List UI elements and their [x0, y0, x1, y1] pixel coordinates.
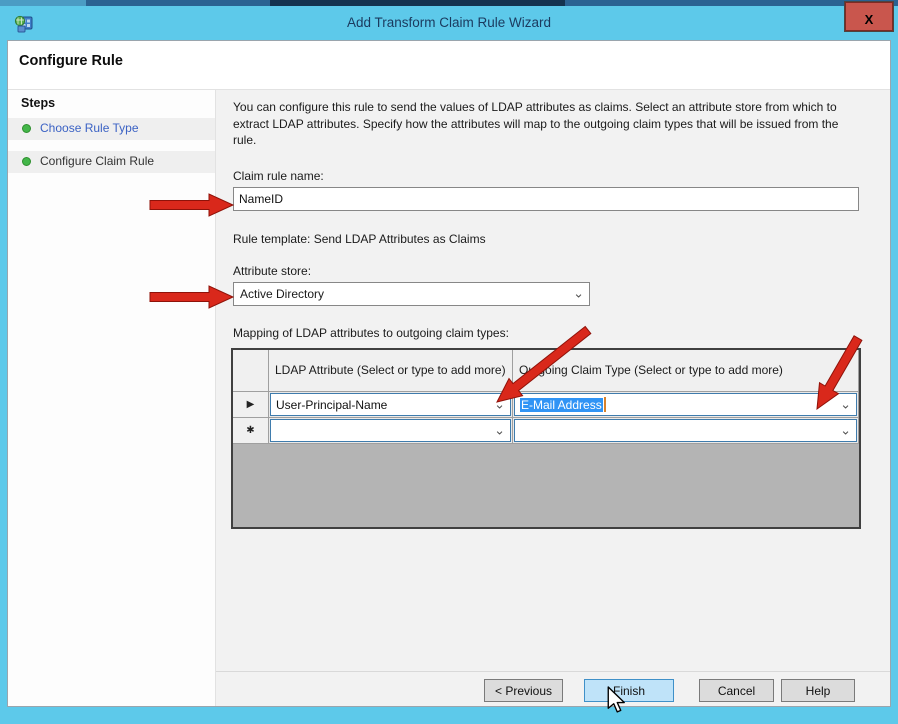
mapping-label: Mapping of LDAP attributes to outgoing c… [233, 326, 509, 340]
ldap-attribute-select-row1[interactable]: User-Principal-Name ⌄ [270, 393, 511, 416]
text-caret [604, 397, 606, 412]
ldap-attribute-select-row2[interactable]: ⌄ [270, 419, 511, 442]
column-header-outgoing-claim-type: Outgoing Claim Type (Select or type to a… [513, 350, 859, 392]
sidebar-item-configure-claim-rule[interactable]: Configure Claim Rule [8, 151, 215, 173]
rule-description-text: You can configure this rule to send the … [233, 99, 863, 149]
attribute-store-value: Active Directory [240, 287, 324, 301]
table-cell: E-Mail Address ⌄ [513, 392, 859, 418]
outgoing-claim-type-select-row1[interactable]: E-Mail Address ⌄ [514, 393, 857, 416]
page-title: Configure Rule [19, 53, 123, 69]
cancel-button[interactable]: Cancel [699, 679, 774, 702]
outgoing-claim-type-select-row2[interactable]: ⌄ [514, 419, 857, 442]
divider [216, 671, 890, 672]
chevron-down-icon: ⌄ [494, 423, 505, 436]
step-label: Configure Claim Rule [40, 154, 154, 168]
table-corner-cell [233, 350, 269, 392]
table-empty-area [233, 444, 859, 527]
close-button[interactable]: X [845, 2, 893, 31]
steps-heading: Steps [21, 96, 55, 110]
wizard-window: Add Transform Claim Rule Wizard X Config… [0, 0, 898, 724]
outgoing-claim-type-value: E-Mail Address [520, 398, 603, 412]
chevron-down-icon: ⌄ [573, 286, 584, 299]
row-selector-new[interactable]: ✱ [233, 418, 269, 444]
sidebar-item-choose-rule-type[interactable]: Choose Rule Type [8, 118, 215, 140]
previous-button[interactable]: < Previous [484, 679, 563, 702]
chevron-down-icon: ⌄ [840, 423, 851, 436]
dialog-body: Configure Rule Steps Choose Rule Type Co… [7, 40, 891, 707]
attribute-store-label: Attribute store: [233, 264, 311, 278]
titlebar[interactable]: Add Transform Claim Rule Wizard X [0, 6, 898, 40]
step-label: Choose Rule Type [40, 121, 139, 135]
main-panel: You can configure this rule to send the … [216, 90, 890, 706]
finish-button[interactable]: Finish [584, 679, 674, 702]
table-cell: User-Principal-Name ⌄ [269, 392, 513, 418]
table-cell: ⌄ [513, 418, 859, 444]
chevron-down-icon: ⌄ [494, 397, 505, 410]
claim-rule-name-label: Claim rule name: [233, 169, 324, 183]
chevron-down-icon: ⌄ [840, 397, 851, 410]
ldap-attribute-value: User-Principal-Name [276, 398, 387, 412]
step-completed-icon [22, 157, 31, 166]
table-cell: ⌄ [269, 418, 513, 444]
steps-sidebar: Steps Choose Rule Type Configure Claim R… [8, 90, 215, 706]
rule-template-text: Rule template: Send LDAP Attributes as C… [233, 232, 486, 246]
column-header-ldap-attribute: LDAP Attribute (Select or type to add mo… [269, 350, 513, 392]
step-completed-icon [22, 124, 31, 133]
help-button[interactable]: Help [781, 679, 855, 702]
row-selector-current[interactable]: ▶ [233, 392, 269, 418]
attribute-store-select[interactable]: Active Directory ⌄ [233, 282, 590, 306]
mapping-table: LDAP Attribute (Select or type to add mo… [231, 348, 861, 529]
window-title: Add Transform Claim Rule Wizard [0, 15, 898, 30]
claim-rule-name-input[interactable] [233, 187, 859, 211]
